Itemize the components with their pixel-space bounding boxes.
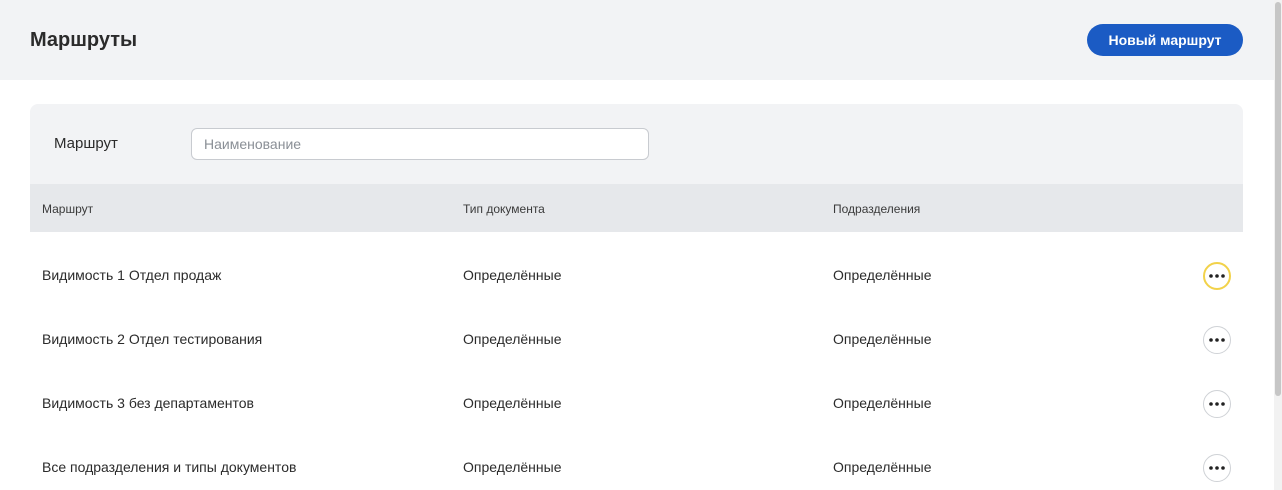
table-row[interactable]: Видимость 3 без департаментов Определённ… [30, 366, 1243, 430]
doc-type-cell: Определённые [463, 459, 562, 475]
table-row[interactable]: Видимость 1 Отдел продаж Определённые Оп… [30, 238, 1243, 302]
routes-page: Маршруты Новый маршрут Маршрут Маршрут Т… [0, 0, 1282, 490]
column-header-route[interactable]: Маршрут [42, 202, 93, 216]
more-horizontal-icon [1209, 338, 1225, 342]
doc-type-cell: Определённые [463, 331, 562, 347]
more-horizontal-icon [1209, 466, 1225, 470]
route-name-cell: Видимость 1 Отдел продаж [42, 267, 222, 283]
column-header-doc-type[interactable]: Тип документа [463, 202, 545, 216]
table-row[interactable]: Все подразделения и типы документов Опре… [30, 430, 1243, 490]
doc-type-cell: Определённые [463, 395, 562, 411]
route-name-input[interactable] [191, 128, 649, 160]
route-name-cell: Видимость 2 Отдел тестирования [42, 331, 263, 347]
more-horizontal-icon [1209, 274, 1225, 278]
departments-cell: Определённые [833, 331, 932, 347]
table-row[interactable]: Видимость 2 Отдел тестирования Определён… [30, 302, 1243, 366]
departments-cell: Определённые [833, 267, 932, 283]
doc-type-cell: Определённые [463, 267, 562, 283]
filter-panel: Маршрут [30, 104, 1243, 184]
table-header: Маршрут Тип документа Подразделения [30, 184, 1243, 232]
scrollbar-thumb[interactable] [1275, 2, 1281, 396]
route-filter-label: Маршрут [54, 135, 118, 152]
row-actions-button[interactable] [1203, 454, 1231, 482]
page-header: Маршруты Новый маршрут [0, 0, 1274, 80]
route-name-cell: Видимость 3 без департаментов [42, 395, 254, 411]
more-horizontal-icon [1209, 402, 1225, 406]
route-name-cell: Все подразделения и типы документов [42, 459, 297, 475]
row-actions-button[interactable] [1203, 326, 1231, 354]
row-actions-button[interactable] [1203, 262, 1231, 290]
row-actions-button[interactable] [1203, 390, 1231, 418]
departments-cell: Определённые [833, 395, 932, 411]
new-route-button[interactable]: Новый маршрут [1087, 24, 1243, 56]
departments-cell: Определённые [833, 459, 932, 475]
page-title: Маршруты [30, 29, 138, 51]
column-header-departments[interactable]: Подразделения [833, 202, 920, 216]
